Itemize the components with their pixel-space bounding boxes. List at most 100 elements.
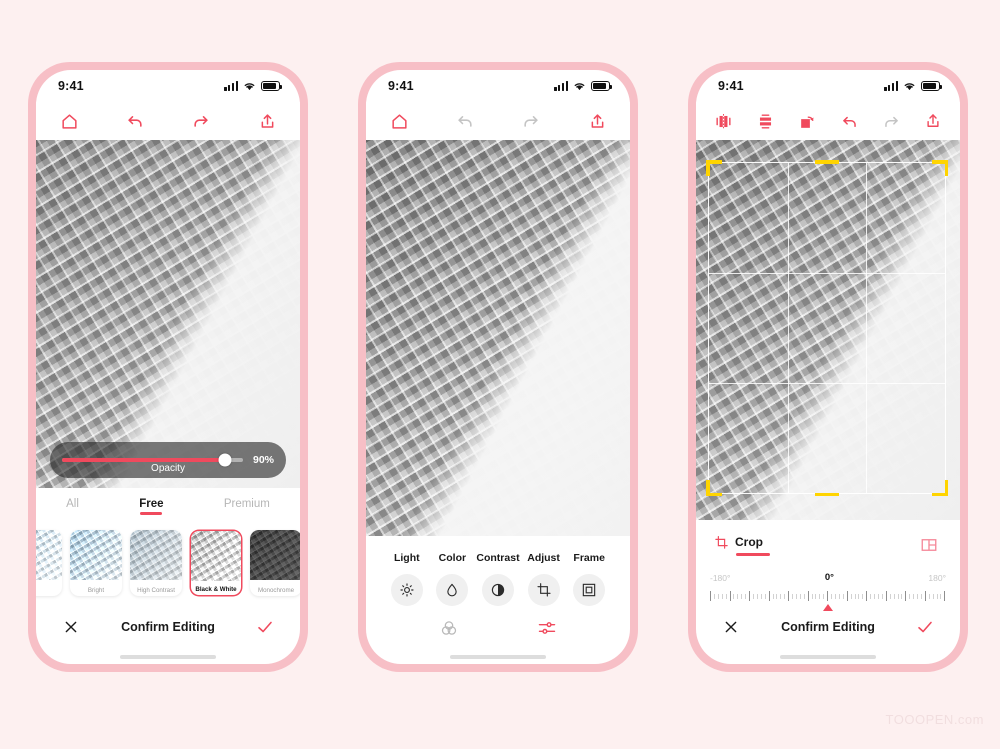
ruler-tick <box>897 593 899 599</box>
status-time: 9:41 <box>718 79 744 93</box>
home-icon[interactable] <box>386 108 412 134</box>
ruler-tick <box>710 591 711 601</box>
redo-icon[interactable] <box>518 108 544 134</box>
crop-handle-top-left[interactable] <box>706 160 722 176</box>
tool-label-frame: Frame <box>573 552 605 564</box>
crop-handle-bottom[interactable] <box>815 492 839 496</box>
tool-contrast[interactable] <box>475 574 521 606</box>
screen-filters: 9:41 90% Opacity All Free Premium Bright… <box>36 70 300 664</box>
opacity-slider[interactable]: 90% Opacity <box>50 442 286 478</box>
grid-line <box>787 163 789 493</box>
crop-handle-top[interactable] <box>815 160 839 164</box>
grid-line <box>709 272 945 274</box>
redo-icon[interactable] <box>878 108 904 134</box>
crop-overlay[interactable] <box>706 160 948 496</box>
tool-light[interactable] <box>384 574 430 606</box>
crop-handle-bottom-left[interactable] <box>706 480 722 496</box>
redo-icon[interactable] <box>188 108 214 134</box>
ruler-tick <box>741 593 743 599</box>
photo-canvas[interactable] <box>366 140 630 536</box>
ruler-tick <box>756 593 758 599</box>
photo-image <box>36 140 300 488</box>
ruler-tick <box>905 591 907 601</box>
share-icon[interactable] <box>584 108 610 134</box>
ruler-tick <box>819 593 821 599</box>
contrast-icon[interactable] <box>481 574 514 606</box>
ruler-tick <box>811 593 813 599</box>
rotate-icon[interactable] <box>794 108 820 134</box>
brightness-icon[interactable] <box>390 574 423 606</box>
screen-tools: 9:41 Light Color Contrast Adjust Frame <box>366 70 630 664</box>
crop-handle-top-right[interactable] <box>932 160 948 176</box>
home-icon[interactable] <box>56 108 82 134</box>
ruler-tick <box>854 593 856 599</box>
check-icon[interactable] <box>912 614 938 640</box>
sliders-icon[interactable] <box>534 615 560 641</box>
confirm-bar: Confirm Editing <box>36 604 300 650</box>
filter-thumb-bright[interactable]: Bright <box>70 530 122 596</box>
filters-icon[interactable] <box>436 615 462 641</box>
flip-horizontal-icon[interactable] <box>710 108 736 134</box>
filter-thumb-high-contrast[interactable]: High Contrast <box>130 530 182 596</box>
signal-bars-icon <box>554 81 568 91</box>
wifi-icon <box>904 83 915 91</box>
ruler-tick <box>889 593 891 599</box>
filter-preview-image <box>36 530 62 580</box>
crop-handle-bottom-right[interactable] <box>932 480 948 496</box>
ruler-tick <box>858 593 860 599</box>
close-icon[interactable] <box>718 614 744 640</box>
tool-adjust[interactable] <box>521 574 567 606</box>
opacity-track[interactable] <box>62 453 243 467</box>
tab-premium[interactable]: Premium <box>224 498 270 515</box>
close-icon[interactable] <box>58 614 84 640</box>
flip-vertical-icon[interactable] <box>752 108 778 134</box>
photo-canvas[interactable]: 90% Opacity <box>36 140 300 488</box>
ruler-tick <box>784 593 786 599</box>
tab-all[interactable]: All <box>66 498 79 515</box>
droplet-icon[interactable] <box>436 574 469 606</box>
tab-free[interactable]: Free <box>139 498 163 515</box>
share-icon[interactable] <box>254 108 280 134</box>
undo-icon[interactable] <box>452 108 478 134</box>
ruler-ticks[interactable] <box>710 588 946 604</box>
photo-canvas[interactable] <box>696 140 960 520</box>
ruler-tick <box>881 593 883 599</box>
undo-icon[interactable] <box>122 108 148 134</box>
filter-preview-image <box>191 531 241 581</box>
ruler-tick <box>807 591 809 601</box>
rotation-ruler[interactable]: -180° 0° 180° <box>696 558 960 611</box>
tool-frame[interactable] <box>566 574 612 606</box>
tool-label-color: Color <box>438 552 467 564</box>
aspect-ratio-icon[interactable] <box>916 532 942 558</box>
ruler-tick <box>936 593 938 599</box>
crop-icon[interactable] <box>527 574 560 606</box>
battery-icon <box>261 81 283 91</box>
ruler-tick <box>846 591 848 601</box>
status-bar: 9:41 <box>366 70 630 102</box>
crop-icon <box>714 535 729 550</box>
filter-label: Black & White <box>195 586 237 593</box>
ruler-tick <box>749 591 751 601</box>
ruler-tick <box>909 593 911 599</box>
top-toolbar <box>366 102 630 140</box>
filter-panel: All Free Premium Bright High Contrast Bl… <box>36 488 300 604</box>
ruler-tick <box>745 593 747 599</box>
ruler-tick <box>901 593 903 599</box>
check-icon[interactable] <box>252 614 278 640</box>
tab-crop[interactable]: Crop <box>714 535 770 556</box>
filter-thumb-black-and-white[interactable]: Black & White <box>190 530 242 596</box>
watermark: TOOOPEN.com <box>885 712 984 727</box>
undo-icon[interactable] <box>836 108 862 134</box>
filter-thumb[interactable] <box>36 530 62 596</box>
filter-preview-image <box>130 530 182 580</box>
ruler-tick <box>866 591 868 601</box>
ruler-tick <box>713 593 715 599</box>
ruler-tick <box>827 591 829 601</box>
frame-icon[interactable] <box>573 574 606 606</box>
filter-thumbnail-list[interactable]: Bright High Contrast Black & White Monoc… <box>36 524 300 604</box>
crop-grid <box>708 162 946 494</box>
tool-color[interactable] <box>430 574 476 606</box>
share-icon[interactable] <box>920 108 946 134</box>
confirm-title: Confirm Editing <box>781 620 875 634</box>
filter-thumb-monochrome[interactable]: Monochrome <box>250 530 300 596</box>
